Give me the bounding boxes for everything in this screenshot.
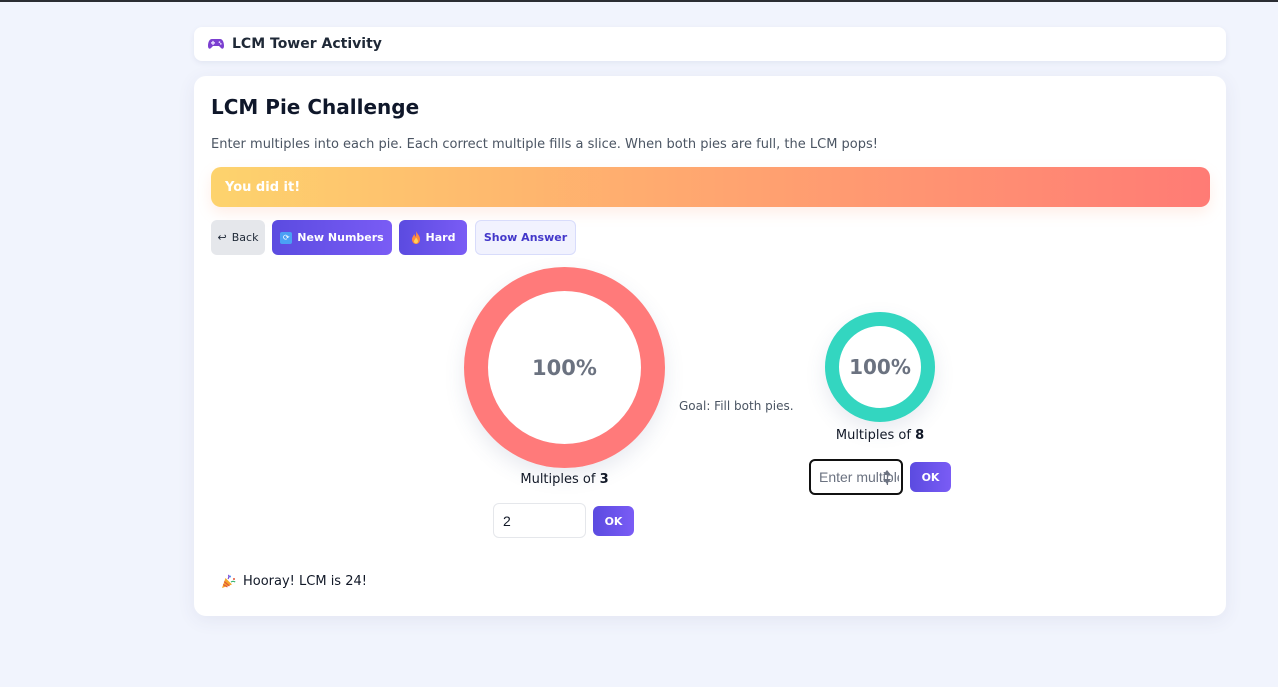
difficulty-label: Hard (425, 231, 456, 244)
pie-multiples-3: 100% (464, 267, 665, 468)
success-banner: You did it! (211, 167, 1210, 207)
refresh-icon: ⟳ (280, 231, 293, 244)
instructions-text: Enter multiples into each pie. Each corr… (211, 137, 878, 152)
back-button-label: Back (231, 231, 259, 244)
ok-button-3[interactable]: OK (593, 506, 634, 536)
pie-label-prefix: Multiples of (520, 472, 600, 487)
pie-percent-text: 100% (849, 355, 911, 379)
back-button[interactable]: ↩ Back (211, 220, 265, 255)
goal-text: Goal: Fill both pies. (679, 399, 794, 413)
pie-label-number: 8 (915, 428, 925, 443)
show-answer-button[interactable]: Show Answer (475, 220, 576, 255)
app-header: LCM Tower Activity (194, 27, 1226, 61)
ok-button-8[interactable]: OK (910, 462, 951, 492)
page-title: LCM Pie Challenge (211, 95, 420, 119)
multiple-input-3[interactable] (493, 503, 586, 538)
app-title: LCM Tower Activity (232, 36, 382, 52)
fire-icon (411, 231, 420, 244)
success-banner-text: You did it! (225, 179, 301, 195)
party-popper-icon (222, 574, 236, 588)
show-answer-label: Show Answer (483, 231, 568, 244)
result-message: Hooray! LCM is 24! (221, 574, 367, 589)
new-numbers-button[interactable]: ⟳ New Numbers (272, 220, 392, 255)
back-arrow-icon: ↩ (217, 231, 227, 244)
spinner-arrows-icon[interactable] (882, 469, 892, 485)
pie-label-3: Multiples of 3 (464, 472, 665, 487)
pie-multiples-8: 100% (825, 312, 935, 422)
pie-label-number: 3 (599, 472, 609, 487)
new-numbers-label: New Numbers (297, 231, 384, 244)
result-text: Hooray! LCM is 24! (243, 574, 367, 589)
gamepad-icon (208, 39, 224, 49)
difficulty-button[interactable]: Hard (399, 220, 467, 255)
pie-label-8: Multiples of 8 (805, 428, 955, 443)
game-card: LCM Pie Challenge Enter multiples into e… (194, 76, 1226, 616)
pie-percent-text: 100% (532, 356, 597, 380)
pie-label-prefix: Multiples of (835, 428, 916, 443)
